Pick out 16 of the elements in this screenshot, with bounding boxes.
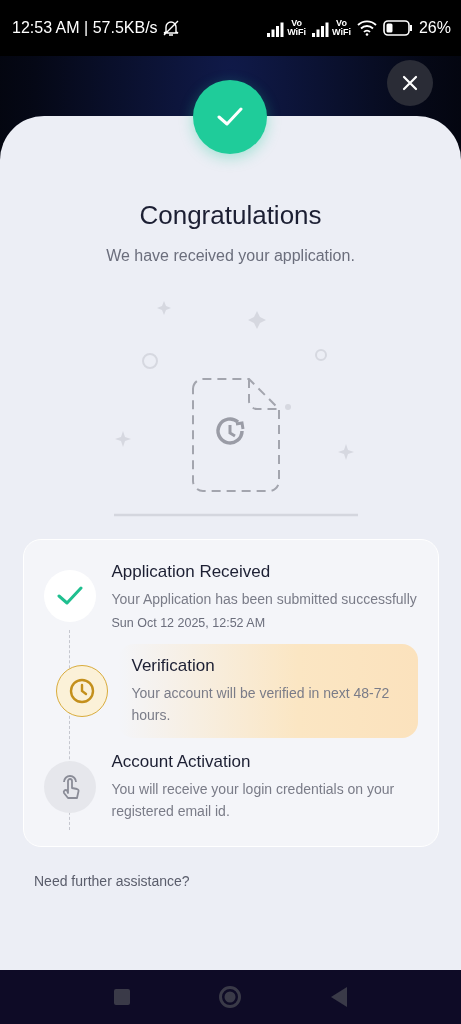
step-description: You will receive your login credentials on your registered email id. xyxy=(111,780,396,821)
step-title: Account Activation xyxy=(111,752,252,772)
page-title: Congratulations xyxy=(139,200,322,231)
network-label: WiFi xyxy=(332,28,351,37)
network-label: WiFi xyxy=(287,28,307,37)
step-title: Verification xyxy=(131,656,216,676)
help-text: Need further assistance? xyxy=(34,873,190,889)
network-label: Vo xyxy=(336,19,347,28)
step-description: Your Application has been submitted successfully xyxy=(111,590,418,609)
network-label: Vo xyxy=(291,19,302,28)
page-subtitle: We have received your application. xyxy=(106,247,355,265)
step-description: Your account will be verified in next 48-72 hours. xyxy=(131,684,391,725)
step-title: Application Received xyxy=(111,562,272,582)
status-time: 12:53 AM | 57.5KB/s xyxy=(12,19,158,37)
step-timestamp: Sun Oct 12 2025, 12:52 AM xyxy=(111,616,267,630)
battery-percent: 26% xyxy=(418,19,451,37)
